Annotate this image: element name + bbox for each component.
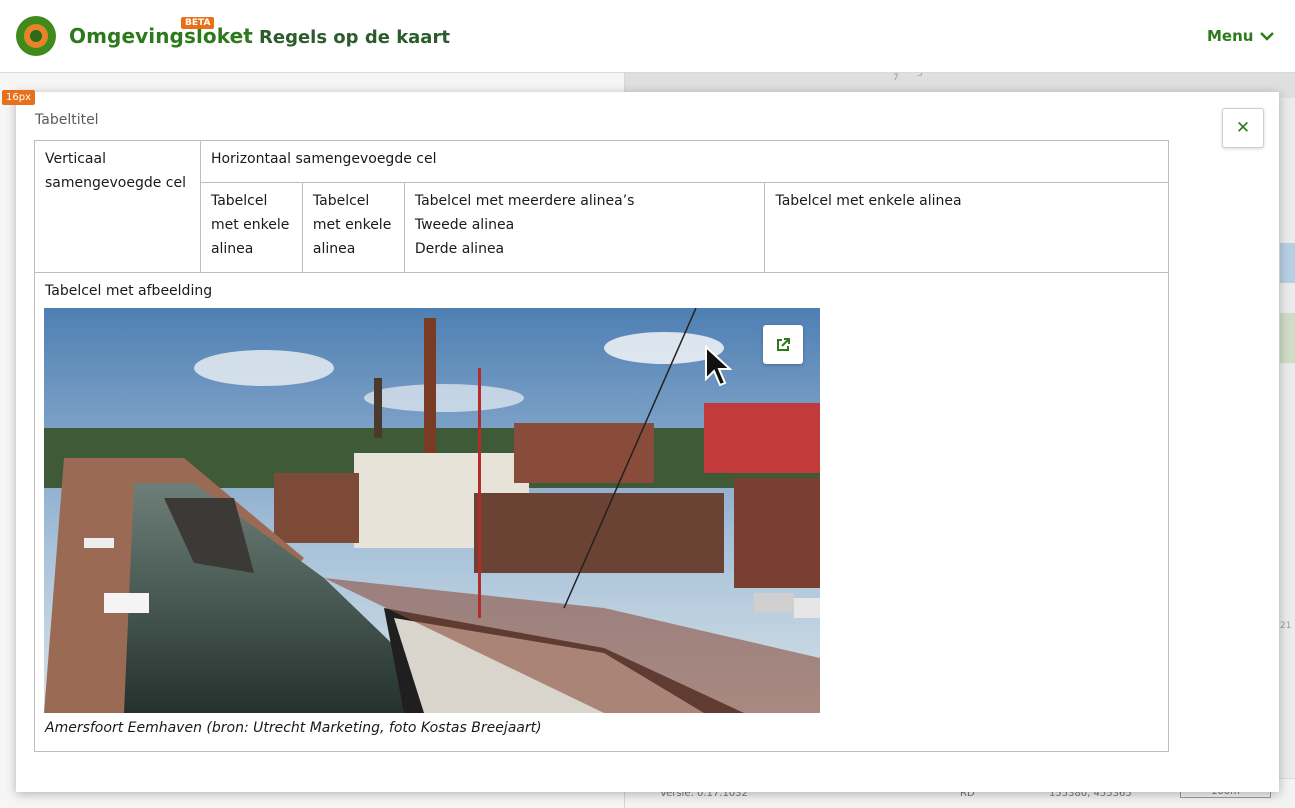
table-cell: Tabelcel met meerdere alinea’s Tweede al… (403, 182, 766, 273)
open-image-button[interactable] (763, 325, 803, 364)
map-green-area (1280, 313, 1295, 363)
table-cell-image: Tabelcel met afbeelding Amersfoort Eemha… (34, 272, 1169, 752)
close-button[interactable]: ✕ (1222, 108, 1264, 148)
table-cell: Verticaal samengevoegde cel (34, 140, 201, 273)
image-cell-label: Tabelcel met afbeelding (45, 283, 213, 299)
paragraph: Tweede alinea (414, 217, 515, 233)
table-cell: Tabelcel met enkele alinea (199, 182, 303, 273)
image-caption: Amersfoort Eemhaven (bron: Utrecht Marke… (45, 720, 542, 736)
external-link-icon (777, 337, 790, 351)
mouse-cursor-icon (705, 345, 732, 387)
table-cell: Tabelcel met enkele alinea (301, 182, 405, 273)
brand-name[interactable]: Omgevingsloket (69, 24, 253, 48)
close-icon: ✕ (1235, 118, 1251, 138)
map-label: 7 (893, 73, 899, 83)
page-title: Regels op de kaart (259, 27, 450, 48)
map-label: 21 (1280, 621, 1292, 631)
table-modal: Tabeltitel ✕ Verticaal samengevoegde cel… (16, 92, 1279, 792)
table-cell: Horizontaal samengevoegde cel (199, 140, 1170, 183)
table-cell: Tabelcel met enkele alinea (764, 182, 1169, 273)
app-header: Omgevingsloket BETA Regels op de kaart M… (0, 0, 1295, 73)
measure-badge: 16px (2, 90, 35, 105)
map-water (1280, 243, 1295, 283)
paragraph: Derde alinea (414, 241, 505, 257)
omgevingsloket-logo[interactable] (16, 16, 56, 56)
chevron-down-icon[interactable] (1259, 28, 1275, 44)
menu-button[interactable]: Menu (1207, 27, 1253, 45)
beta-badge: BETA (181, 17, 215, 29)
content-table: Verticaal samengevoegde cel Horizontaal … (34, 140, 1170, 752)
paragraph: Tabelcel met meerdere alinea’s (414, 193, 635, 209)
table-title: Tabeltitel (35, 112, 99, 128)
map-label: 5 (917, 73, 923, 79)
